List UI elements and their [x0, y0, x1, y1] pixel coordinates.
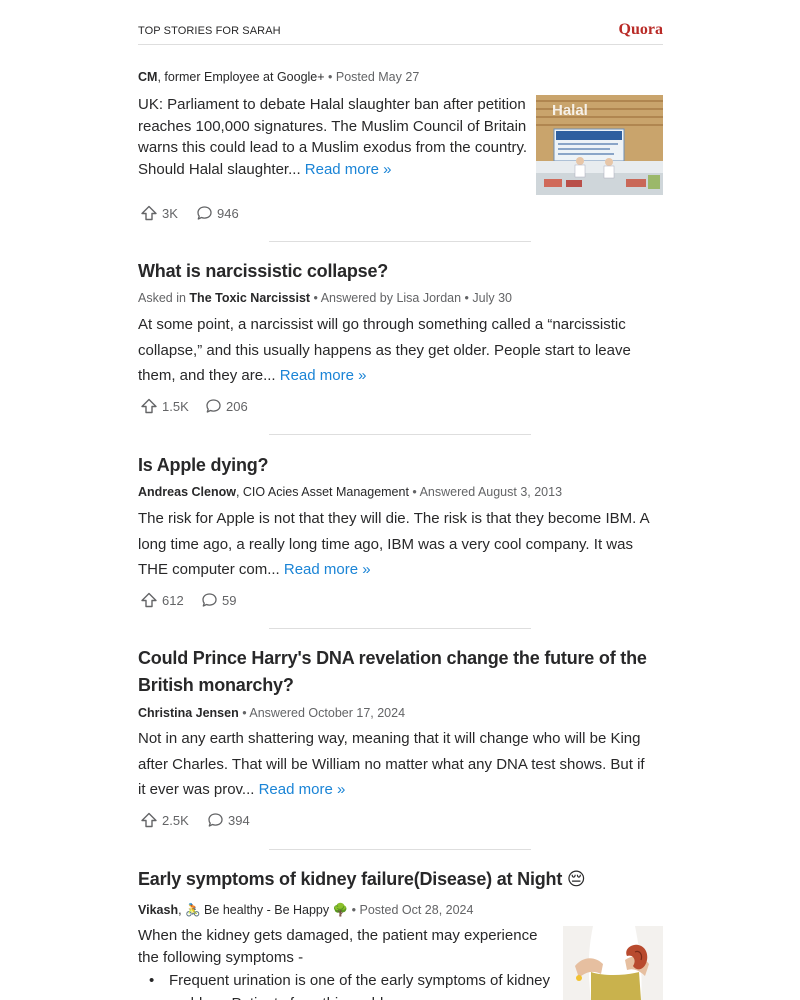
comment-icon — [197, 206, 212, 220]
upvote-button[interactable]: 2.5K — [140, 812, 189, 828]
list-item: Frequent urination is one of the early s… — [138, 969, 550, 992]
question-title[interactable]: What is narcissistic collapse? — [138, 258, 388, 285]
comment-count: 394 — [228, 812, 250, 828]
author-credential: , former Employee at Google+ — [157, 70, 325, 84]
comment-icon — [208, 813, 223, 827]
story-excerpt: When the kidney gets damaged, the patien… — [138, 927, 538, 966]
story-excerpt: UK: Parliament to debate Halal slaughter… — [138, 94, 530, 180]
symptom-list-wrap: Frequent urination is one of the early s… — [138, 969, 558, 1000]
read-more-link[interactable]: Read more » — [259, 781, 346, 798]
upvote-icon — [141, 592, 157, 608]
story-divider — [269, 434, 531, 435]
image-sign-text: Halal — [552, 102, 588, 119]
story-divider — [269, 849, 531, 850]
feed-title: TOP STORIES FOR SARAH — [138, 25, 281, 37]
answer-info: • Answered August 3, 2013 — [408, 485, 563, 499]
read-more-link[interactable]: Read more » — [305, 161, 392, 178]
story-meta: Andreas Clenow, CIO Acies Asset Manageme… — [138, 485, 562, 499]
author-credential: , CIO Acies Asset Management — [235, 485, 409, 499]
author-name[interactable]: Christina Jensen — [138, 706, 239, 720]
upvote-count: 3K — [162, 205, 178, 221]
question-title[interactable]: Could Prince Harry's DNA revelation chan… — [138, 645, 663, 699]
answer-info: • Answered by Lisa Jordan • July 30 — [310, 291, 512, 305]
upvote-icon — [141, 812, 157, 828]
story-meta: CM, former Employee at Google+ • Posted … — [138, 70, 419, 84]
comment-count: 206 — [226, 398, 248, 414]
excerpt-text: At some point, a narcissist will go thro… — [138, 316, 631, 384]
upvote-count: 1.5K — [162, 398, 189, 414]
story-card[interactable]: Could Prince Harry's DNA revelation chan… — [138, 645, 663, 840]
story-excerpt: At some point, a narcissist will go thro… — [138, 312, 663, 389]
comment-button[interactable]: 394 — [207, 812, 250, 828]
story-divider — [269, 628, 531, 629]
space-name[interactable]: The Toxic Narcissist — [189, 291, 310, 305]
feed-header: TOP STORIES FOR SARAH Quora — [138, 21, 663, 45]
question-title[interactable]: Early symptoms of kidney failure(Disease… — [138, 866, 586, 893]
excerpt-text: The risk for Apple is not that they will… — [138, 510, 649, 578]
comment-count: 946 — [217, 205, 239, 221]
story-card[interactable]: What is narcissistic collapse? Asked in … — [138, 258, 663, 423]
list-item: problem. Patients face this problem — [138, 992, 550, 1000]
upvote-count: 612 — [162, 592, 184, 608]
quora-logo[interactable]: Quora — [619, 21, 663, 39]
story-excerpt: Not in any earth shattering way, meaning… — [138, 726, 648, 803]
comment-button[interactable]: 206 — [205, 398, 248, 414]
upvote-icon — [141, 398, 157, 414]
comment-button[interactable]: 59 — [201, 592, 236, 608]
read-more-link[interactable]: Read more » — [280, 367, 367, 384]
answer-info: • Answered October 17, 2024 — [238, 706, 406, 720]
read-more-link[interactable]: Read more » — [284, 561, 371, 578]
comment-icon — [206, 399, 221, 413]
story-card[interactable]: Early symptoms of kidney failure(Disease… — [138, 866, 663, 1000]
question-title[interactable]: Is Apple dying? — [138, 452, 269, 479]
halal-counter-image: Halal — [536, 95, 663, 195]
post-date: • Posted May 27 — [324, 70, 420, 84]
comment-icon — [202, 593, 217, 607]
story-thumbnail[interactable] — [563, 926, 663, 1000]
upvote-button[interactable]: 3K — [140, 205, 178, 221]
story-thumbnail[interactable]: Halal — [536, 95, 663, 195]
upvote-icon — [141, 205, 157, 221]
author-name[interactable]: Vikash — [138, 903, 178, 917]
story-meta: Christina Jensen • Answered October 17, … — [138, 706, 405, 720]
symptom-list: Frequent urination is one of the early s… — [138, 969, 550, 1000]
post-date: • Posted Oct 28, 2024 — [348, 903, 474, 917]
excerpt-text: Not in any earth shattering way, meaning… — [138, 730, 645, 798]
comment-button[interactable]: 946 — [196, 205, 239, 221]
upvote-count: 2.5K — [162, 812, 189, 828]
story-meta: Asked in The Toxic Narcissist • Answered… — [138, 291, 512, 305]
story-divider — [269, 241, 531, 242]
comment-count: 59 — [222, 592, 237, 608]
asked-prefix: Asked in — [138, 291, 190, 305]
story-excerpt: The risk for Apple is not that they will… — [138, 506, 663, 583]
author-credential: , 🚴 Be healthy - Be Happy 🌳 — [178, 903, 349, 917]
author-name[interactable]: Andreas Clenow — [138, 485, 236, 499]
upvote-button[interactable]: 1.5K — [140, 398, 189, 414]
kidney-pain-image — [563, 926, 663, 1000]
story-card[interactable]: CM, former Employee at Google+ • Posted … — [138, 70, 663, 230]
story-card[interactable]: Is Apple dying? Andreas Clenow, CIO Acie… — [138, 452, 663, 617]
author-name[interactable]: CM — [138, 70, 157, 84]
upvote-button[interactable]: 612 — [140, 592, 184, 608]
story-meta: Vikash, 🚴 Be healthy - Be Happy 🌳 • Post… — [138, 903, 473, 918]
